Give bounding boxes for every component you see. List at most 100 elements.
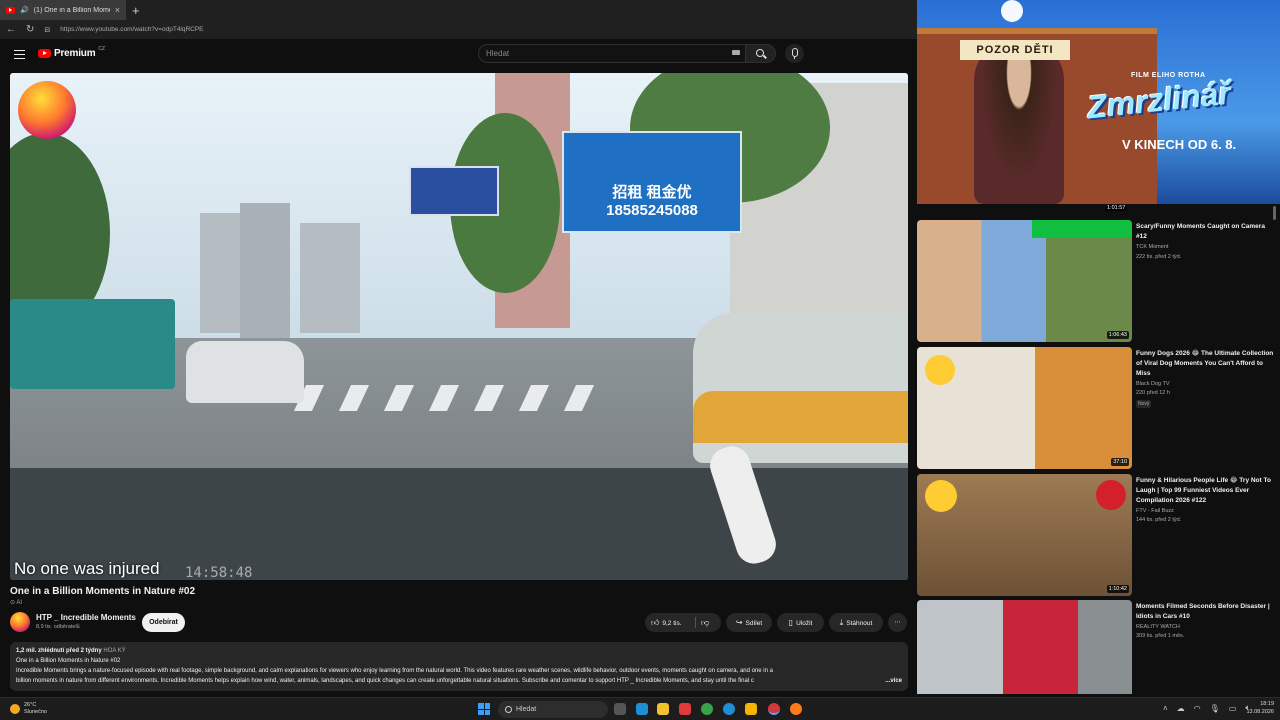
- recommendation-item[interactable]: 1:10:42 Funny & Hilarious People Life 😂 …: [917, 474, 1280, 596]
- site-info-icon[interactable]: ⊟: [44, 26, 50, 34]
- download-label: Stáhnout: [846, 620, 873, 627]
- cloud-icon[interactable]: ☁: [1177, 704, 1185, 713]
- back-icon[interactable]: ←: [6, 24, 16, 35]
- tab-title: (1) One in a Billion Moments: [33, 6, 110, 14]
- channel-avatar[interactable]: [10, 612, 30, 632]
- location-tag[interactable]: HOA KỲ: [103, 648, 125, 654]
- keyboard-icon[interactable]: [732, 50, 740, 55]
- youtube-favicon-icon: [6, 6, 15, 14]
- channel-name[interactable]: HTP _ Incredible Moments: [36, 613, 136, 622]
- taskbar-search-input[interactable]: Hledat: [498, 701, 608, 718]
- mic-icon[interactable]: 🎙︎: [1210, 704, 1220, 713]
- laughing-emoji-icon: [925, 480, 957, 512]
- building: [200, 213, 240, 333]
- youtube-play-icon: [38, 49, 51, 58]
- dashcam-timestamp: 14:58:48: [185, 565, 253, 580]
- fail-buzz-logo: [1096, 480, 1126, 510]
- chrome-icon[interactable]: [701, 703, 713, 715]
- description-line: One in a Billion Moments in Nature #02: [16, 658, 121, 664]
- road-sign: [409, 166, 499, 216]
- sidebar-scrollbar[interactable]: [1272, 204, 1278, 694]
- video-title[interactable]: Moments Filmed Seconds Before Disaster |…: [1136, 602, 1276, 622]
- subscribe-button[interactable]: Odebírat: [142, 613, 185, 632]
- dislike-button[interactable]: 👎︎: [701, 613, 712, 633]
- ad-date: V KINECH OD 6. 8.: [1122, 137, 1237, 152]
- more-actions-icon[interactable]: ⋯: [888, 613, 907, 632]
- description-last-row: billion moments in nature from different…: [16, 676, 902, 686]
- wifi-icon[interactable]: ◠: [1194, 704, 1201, 713]
- clock[interactable]: 18:19 13.08.2026: [1238, 701, 1274, 716]
- recommendation-item[interactable]: 1:06:43 Scary/Funny Moments Caught on Ca…: [917, 220, 1280, 342]
- channel-name[interactable]: FTV - Fail Buzz: [1136, 508, 1174, 514]
- video-thumbnail[interactable]: 1:10:42: [917, 474, 1132, 596]
- active-app-icon[interactable]: [768, 703, 780, 715]
- new-badge: Nový: [1136, 400, 1152, 408]
- share-label: Sdílet: [745, 620, 763, 627]
- hamburger-menu-icon[interactable]: [14, 50, 25, 59]
- video-views: 220 před 12 h: [1136, 390, 1170, 396]
- building: [240, 203, 290, 338]
- speaker-icon[interactable]: 🔊: [20, 6, 29, 14]
- search-input[interactable]: Hledat: [478, 44, 746, 63]
- video-title[interactable]: Funny Dogs 2026 😂 The Ultimate Collectio…: [1136, 349, 1276, 379]
- file-explorer-icon[interactable]: [657, 703, 669, 715]
- view-meta: 1,2 mil. zhlédnutí před 2 týdny: [16, 648, 102, 654]
- video-title[interactable]: Scary/Funny Moments Caught on Camera #12: [1136, 222, 1276, 242]
- video-player[interactable]: 招租 租金优 18585245088 14:58:48 No one was i…: [10, 73, 908, 580]
- browser-tab[interactable]: 🔊 (1) One in a Billion Moments ×: [0, 0, 126, 20]
- chevron-up-icon[interactable]: ˄: [1163, 704, 1168, 713]
- youtube-logo[interactable]: Premium CZ: [38, 46, 105, 59]
- channel-name[interactable]: TCK Moment: [1136, 244, 1168, 250]
- channel-name[interactable]: REALITY WATCH: [1136, 624, 1180, 630]
- channel-name[interactable]: Black Dog TV: [1136, 381, 1170, 387]
- bus: [10, 299, 175, 389]
- building: [300, 223, 360, 333]
- display-icon[interactable]: ▭: [1229, 704, 1237, 713]
- thumbnail-accent: [1032, 220, 1132, 238]
- show-more-link[interactable]: ...více: [885, 676, 902, 686]
- search-button[interactable]: [746, 44, 776, 63]
- video-thumbnail[interactable]: 1:06:43: [917, 220, 1132, 342]
- ad-sign: POZOR DĚTI: [960, 40, 1070, 60]
- download-button[interactable]: ⤓ Stáhnout: [829, 613, 883, 632]
- video-thumbnail[interactable]: [917, 600, 1132, 694]
- url-field[interactable]: https://www.youtube.com/watch?v=odpT4lqR…: [60, 26, 203, 33]
- recommendation-item[interactable]: 37:10 Funny Dogs 2026 😂 The Ultimate Col…: [917, 347, 1280, 469]
- close-tab-icon[interactable]: ×: [115, 5, 120, 15]
- task-view-icon[interactable]: [614, 703, 626, 715]
- start-menu-icon[interactable]: [478, 703, 490, 715]
- video-title[interactable]: Funny & Hilarious People Life 😂 Try Not …: [1136, 476, 1276, 506]
- recommendations-list: 1:01:57 1:06:43 Scary/Funny Moments Caug…: [917, 204, 1280, 694]
- weather-widget[interactable]: 26°C Slunečno: [10, 702, 47, 715]
- recommendation-item[interactable]: Moments Filmed Seconds Before Disaster |…: [917, 600, 1280, 694]
- movie-ad-banner[interactable]: POZOR DĚTI FILM ELIHO ROTHA Zmrzlinář V …: [917, 0, 1280, 204]
- clock-date: 13.08.2026: [1246, 708, 1274, 715]
- banner-text: 招租 租金优: [612, 184, 692, 201]
- new-tab-button[interactable]: +: [132, 3, 140, 18]
- video-thumbnail[interactable]: 37:10: [917, 347, 1132, 469]
- like-button[interactable]: 👍︎ 9,2 tis.: [651, 613, 682, 633]
- video-title: One in a Billion Moments in Nature #02: [10, 586, 196, 597]
- store-icon[interactable]: [745, 703, 757, 715]
- app-icon[interactable]: [679, 703, 691, 715]
- voice-search-icon[interactable]: [785, 44, 804, 63]
- ad-character: [974, 40, 1064, 204]
- shop-banner: 招租 租金优 18585245088: [562, 131, 742, 233]
- edge-icon[interactable]: [636, 703, 648, 715]
- weather-condition: Slunečno: [24, 708, 47, 715]
- description-line: billion moments in nature from different…: [16, 678, 754, 684]
- share-button[interactable]: ↪ Sdílet: [726, 613, 772, 632]
- save-button[interactable]: ▯ Uložit: [777, 613, 824, 632]
- ai-label: AI: [16, 600, 23, 606]
- divider: [695, 617, 696, 628]
- description-box[interactable]: 1,2 mil. zhlédnutí před 2 týdny HOA KỲ O…: [10, 642, 908, 691]
- address-bar: ← ↻ ⊟ https://www.youtube.com/watch?v=od…: [0, 20, 917, 39]
- channel-watermark-logo: [18, 81, 76, 139]
- video-duration: 37:10: [1111, 458, 1129, 466]
- windows-taskbar: 26°C Slunečno Hledat ˄ ☁ ◠ 🎙︎ ▭ 🔈︎ 18:19…: [0, 697, 1280, 720]
- reload-icon[interactable]: ↻: [26, 24, 34, 35]
- like-dislike-group: 👍︎ 9,2 tis. 👎︎: [645, 613, 721, 632]
- edge-browser-icon[interactable]: [723, 703, 735, 715]
- firefox-icon[interactable]: [790, 703, 802, 715]
- scrollbar-thumb[interactable]: [1273, 206, 1276, 220]
